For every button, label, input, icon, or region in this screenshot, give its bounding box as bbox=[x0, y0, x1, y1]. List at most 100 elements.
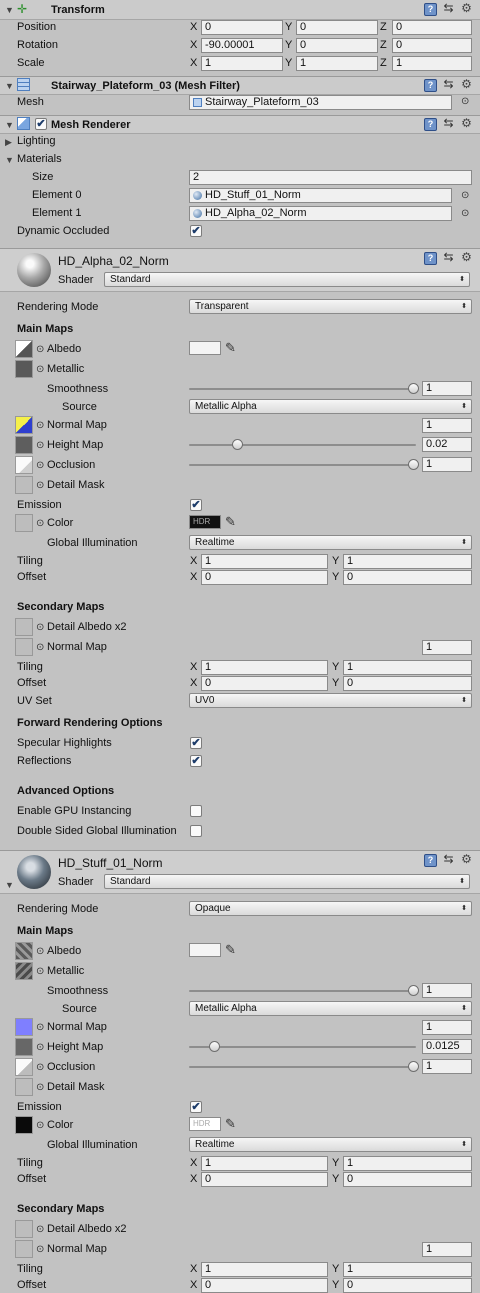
occlusion-field[interactable]: 1 bbox=[422, 1059, 472, 1074]
rendering-mode-dropdown[interactable]: Opaque ⬍ bbox=[189, 901, 472, 916]
metallic-texture-slot[interactable] bbox=[15, 962, 33, 980]
element-1-field[interactable]: HD_Alpha_02_Norm bbox=[189, 206, 452, 221]
emission-color-swatch[interactable]: HDR bbox=[189, 1117, 221, 1131]
help-icon[interactable]: ? bbox=[424, 79, 437, 92]
x-axis-label[interactable]: X bbox=[190, 21, 197, 33]
smoothness-slider-thumb[interactable] bbox=[408, 985, 419, 996]
scale-x-field[interactable]: 1 bbox=[201, 56, 283, 71]
object-picker-icon[interactable]: ⊙ bbox=[36, 1082, 44, 1093]
height-map-texture-slot[interactable] bbox=[15, 436, 33, 454]
foldout-arrow-icon[interactable]: ▼ bbox=[5, 5, 14, 15]
object-picker-icon[interactable]: ⊙ bbox=[36, 1224, 44, 1235]
emission-checkbox[interactable]: ✔ bbox=[190, 499, 202, 511]
emission-texture-slot[interactable] bbox=[15, 1116, 33, 1134]
rendering-mode-dropdown[interactable]: Transparent ⬍ bbox=[189, 299, 472, 314]
foldout-arrow-icon[interactable]: ▼ bbox=[5, 81, 14, 91]
object-picker-icon[interactable]: ⊙ bbox=[36, 420, 44, 431]
emission-checkbox[interactable]: ✔ bbox=[190, 1101, 202, 1113]
offset-x-field[interactable]: 0 bbox=[201, 1172, 328, 1187]
occlusion-texture-slot[interactable] bbox=[15, 456, 33, 474]
scale-z-field[interactable]: 1 bbox=[392, 56, 472, 71]
x-axis-label[interactable]: X bbox=[190, 1263, 197, 1275]
gear-icon[interactable]: ⚙ bbox=[460, 78, 473, 92]
albedo-texture-slot[interactable] bbox=[15, 340, 33, 358]
detail-normal-scale-field[interactable]: 1 bbox=[422, 1242, 472, 1257]
y-axis-label[interactable]: Y bbox=[285, 39, 292, 51]
x-axis-label[interactable]: X bbox=[190, 555, 197, 567]
detail-offset-y-field[interactable]: 0 bbox=[343, 1278, 472, 1293]
object-picker-icon[interactable]: ⊙ bbox=[36, 1062, 44, 1073]
lighting-foldout-icon[interactable]: ▶ bbox=[5, 137, 12, 148]
detail-offset-y-field[interactable]: 0 bbox=[343, 676, 472, 691]
height-map-slider-track[interactable] bbox=[189, 444, 416, 446]
double-sided-gi-checkbox[interactable] bbox=[190, 825, 202, 837]
preset-icon[interactable]: ⇆ bbox=[442, 2, 455, 16]
help-icon[interactable]: ? bbox=[424, 252, 437, 265]
occlusion-slider-thumb[interactable] bbox=[408, 1061, 419, 1072]
object-picker-icon[interactable]: ⊙ bbox=[36, 1022, 44, 1033]
y-axis-label[interactable]: Y bbox=[285, 21, 292, 33]
height-map-slider-track[interactable] bbox=[189, 1046, 416, 1048]
emission-color-swatch[interactable]: HDR bbox=[189, 515, 221, 529]
shader-dropdown[interactable]: Standard ⬍ bbox=[104, 874, 470, 889]
detail-tiling-x-field[interactable]: 1 bbox=[201, 660, 328, 675]
smoothness-slider-thumb[interactable] bbox=[408, 383, 419, 394]
occlusion-slider-track[interactable] bbox=[189, 464, 416, 466]
normal-map-scale-field[interactable]: 1 bbox=[422, 418, 472, 433]
object-picker-icon[interactable]: ⊙ bbox=[36, 946, 44, 957]
object-picker-icon[interactable]: ⊙ bbox=[36, 966, 44, 977]
detail-tiling-x-field[interactable]: 1 bbox=[201, 1262, 328, 1277]
object-picker-icon[interactable]: ⊙ bbox=[36, 460, 44, 471]
object-picker-icon[interactable]: ⊙ bbox=[36, 1120, 44, 1131]
smoothness-slider-track[interactable] bbox=[189, 990, 416, 992]
gear-icon[interactable]: ⚙ bbox=[460, 117, 473, 131]
normal-map-texture-slot[interactable] bbox=[15, 416, 33, 434]
eyedropper-icon[interactable]: ✎ bbox=[225, 1116, 236, 1132]
object-picker-icon[interactable]: ⊙ bbox=[461, 96, 469, 107]
x-axis-label[interactable]: X bbox=[190, 1157, 197, 1169]
normal-map-texture-slot[interactable] bbox=[15, 1018, 33, 1036]
offset-y-field[interactable]: 0 bbox=[343, 1172, 472, 1187]
y-axis-label[interactable]: Y bbox=[332, 1157, 339, 1169]
mesh-renderer-enabled-checkbox[interactable]: ✔ bbox=[35, 118, 47, 130]
object-picker-icon[interactable]: ⊙ bbox=[36, 1244, 44, 1255]
help-icon[interactable]: ? bbox=[424, 118, 437, 131]
preset-icon[interactable]: ⇆ bbox=[442, 78, 455, 92]
gear-icon[interactable]: ⚙ bbox=[460, 853, 473, 867]
foldout-arrow-icon[interactable]: ▼ bbox=[5, 120, 14, 130]
y-axis-label[interactable]: Y bbox=[332, 1263, 339, 1275]
position-z-field[interactable]: 0 bbox=[392, 20, 472, 35]
position-y-field[interactable]: 0 bbox=[296, 20, 378, 35]
lighting-foldout[interactable]: Lighting bbox=[17, 135, 56, 147]
global-illumination-dropdown[interactable]: Realtime ⬍ bbox=[189, 1137, 472, 1152]
source-dropdown[interactable]: Metallic Alpha ⬍ bbox=[189, 399, 472, 414]
albedo-texture-slot[interactable] bbox=[15, 942, 33, 960]
normal-map-scale-field[interactable]: 1 bbox=[422, 1020, 472, 1035]
detail-tiling-y-field[interactable]: 1 bbox=[343, 660, 472, 675]
albedo-color-swatch[interactable] bbox=[189, 943, 221, 957]
z-axis-label[interactable]: Z bbox=[380, 39, 387, 51]
x-axis-label[interactable]: X bbox=[190, 39, 197, 51]
scale-y-field[interactable]: 1 bbox=[296, 56, 378, 71]
tiling-x-field[interactable]: 1 bbox=[201, 554, 328, 569]
tiling-y-field[interactable]: 1 bbox=[343, 1156, 472, 1171]
x-axis-label[interactable]: X bbox=[190, 57, 197, 69]
detail-normal-map-texture-slot[interactable] bbox=[15, 1240, 33, 1258]
metallic-texture-slot[interactable] bbox=[15, 360, 33, 378]
object-picker-icon[interactable]: ⊙ bbox=[36, 1042, 44, 1053]
object-picker-icon[interactable]: ⊙ bbox=[461, 190, 469, 201]
foldout-arrow-icon[interactable]: ▼ bbox=[5, 880, 14, 890]
offset-y-field[interactable]: 0 bbox=[343, 570, 472, 585]
x-axis-label[interactable]: X bbox=[190, 571, 197, 583]
occlusion-slider-track[interactable] bbox=[189, 1066, 416, 1068]
gpu-instancing-checkbox[interactable] bbox=[190, 805, 202, 817]
z-axis-label[interactable]: Z bbox=[380, 21, 387, 33]
object-picker-icon[interactable]: ⊙ bbox=[36, 642, 44, 653]
x-axis-label[interactable]: X bbox=[190, 661, 197, 673]
element-0-field[interactable]: HD_Stuff_01_Norm bbox=[189, 188, 452, 203]
z-axis-label[interactable]: Z bbox=[380, 57, 387, 69]
emission-texture-slot[interactable] bbox=[15, 514, 33, 532]
materials-foldout[interactable]: Materials bbox=[17, 153, 62, 165]
object-picker-icon[interactable]: ⊙ bbox=[36, 440, 44, 451]
object-picker-icon[interactable]: ⊙ bbox=[36, 518, 44, 529]
